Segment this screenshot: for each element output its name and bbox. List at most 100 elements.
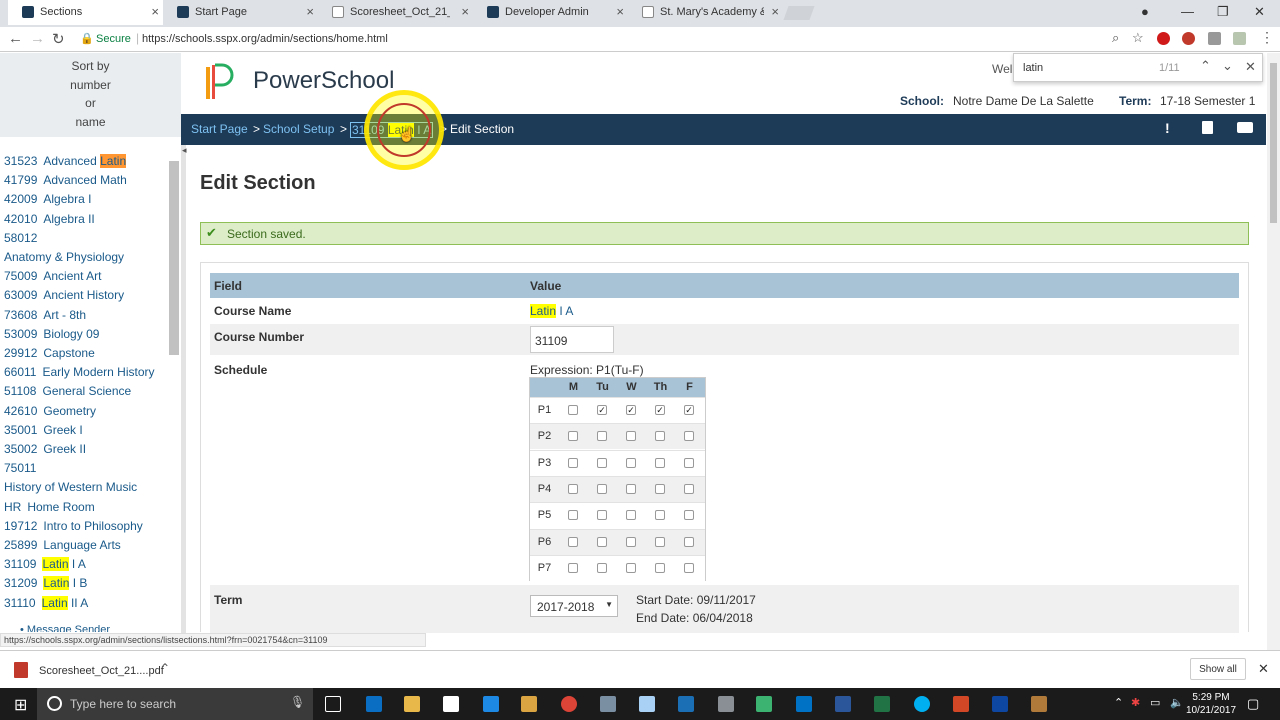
schedule-checkbox[interactable]: ✓ [655,405,665,415]
bookmark-star-icon[interactable]: ☆ [1132,30,1144,46]
chevron-up-icon[interactable]: ⌃ [160,661,170,675]
section-list-item[interactable]: 35002 Greek II [4,442,86,456]
schedule-checkbox[interactable] [655,483,665,494]
extension-icon[interactable] [1233,32,1246,45]
windows-start-icon[interactable]: ⊞ [14,695,27,715]
find-next-icon[interactable]: ⌄ [1222,58,1233,74]
schedule-checkbox[interactable] [655,457,665,468]
breadcrumb-start-page[interactable]: Start Page [191,122,248,136]
schedule-checkbox[interactable] [626,510,636,521]
close-tab-icon[interactable]: × [151,4,159,19]
app-icon[interactable] [678,696,694,712]
section-list-item[interactable]: 63009 Ancient History [4,288,124,302]
schedule-checkbox[interactable] [684,431,694,442]
app-icon[interactable] [600,696,616,712]
find-input[interactable]: latin [1023,62,1043,74]
section-list-item[interactable]: 31209 Latin I B [4,576,87,591]
sort-header[interactable]: Sort by number or name [0,53,181,137]
section-list-item[interactable]: 53009 Biology 09 [4,327,99,341]
notifications-icon[interactable]: ▢ [1247,696,1259,712]
internet-explorer-icon[interactable] [483,696,499,712]
schedule-checkbox[interactable]: ✓ [597,405,607,415]
schedule-checkbox[interactable] [568,536,578,547]
section-list-item[interactable]: 51108 General Science [4,384,131,398]
schedule-checkbox[interactable] [684,510,694,521]
tab-st-marys[interactable]: St. Mary's Academy & Co × [628,0,783,25]
section-list-item[interactable]: 42010 Algebra II [4,212,95,226]
section-list-item[interactable]: 25899 Language Arts [4,538,121,552]
print-icon[interactable] [1237,122,1253,133]
forward-icon[interactable]: → [30,30,45,47]
schedule-checkbox[interactable] [597,457,607,468]
schedule-checkbox[interactable] [655,510,665,521]
tray-arrow-icon[interactable]: ⌃ [1114,696,1123,709]
section-list-item[interactable]: History of Western Music [4,480,137,494]
course-name-link[interactable]: Latin I A [530,304,573,318]
schedule-checkbox[interactable] [568,483,578,494]
close-window-icon[interactable]: ✕ [1254,4,1265,20]
excel-icon[interactable] [874,696,890,712]
section-list-item[interactable]: 42610 Geometry [4,404,96,418]
schedule-checkbox[interactable] [626,483,636,494]
section-list-item[interactable]: HR Home Room [4,500,95,514]
schedule-checkbox[interactable] [626,562,636,573]
section-list-item[interactable]: 19712 Intro to Philosophy [4,519,143,533]
schedule-checkbox[interactable] [684,457,694,468]
close-tab-icon[interactable]: × [771,4,779,19]
section-list-item[interactable]: 58012 [4,231,43,245]
section-list-item[interactable]: 75009 Ancient Art [4,269,101,283]
breadcrumb-school-setup[interactable]: School Setup [263,122,334,136]
section-list-item[interactable]: 66011 Early Modern History [4,365,155,379]
schedule-checkbox[interactable] [568,562,578,573]
alert-icon[interactable]: ! [1165,120,1170,136]
section-list-item[interactable]: 29912 Capstone [4,346,95,360]
schedule-checkbox[interactable] [597,562,607,573]
adblock-extension-icon[interactable] [1182,32,1195,45]
schedule-checkbox[interactable] [597,431,607,442]
zoom-icon[interactable]: ⌕ [1112,30,1119,46]
section-list-item[interactable]: 35001 Greek I [4,423,83,437]
omnibox[interactable]: 🔒 Secure | https://schools.sspx.org/admi… [72,29,1152,50]
extension-icon[interactable] [1208,32,1221,45]
section-list-item[interactable]: 31109 Latin I A [4,557,86,572]
sidebar-scrollbar[interactable] [169,161,179,355]
document-icon[interactable] [1202,121,1213,134]
schedule-checkbox[interactable]: ✓ [684,405,694,415]
new-tab-button[interactable] [783,6,815,20]
collapse-arrow-icon[interactable]: ◂ [182,145,187,156]
profile-icon[interactable]: ● [1141,4,1149,19]
section-list-item[interactable]: 31523 Advanced Latin [4,154,127,168]
find-previous-icon[interactable]: ⌃ [1200,58,1211,74]
edge-icon[interactable] [366,696,382,712]
chrome-icon[interactable] [561,696,577,712]
schedule-checkbox[interactable] [655,431,665,442]
taskbar-date[interactable]: 10/21/2017 [1184,705,1238,716]
network-icon[interactable]: ▭ [1150,696,1160,709]
download-file-name[interactable]: Scoresheet_Oct_21....pdf [39,665,164,677]
schedule-checkbox[interactable] [684,562,694,573]
schedule-checkbox[interactable] [568,431,578,442]
taskbar-time[interactable]: 5:29 PM [1188,692,1234,703]
schedule-checkbox[interactable] [684,483,694,494]
menu-kebab-icon[interactable]: ⋮ [1260,29,1274,46]
taskbar-search-box[interactable]: Type here to search 🎙 [37,688,313,720]
tab-developer-admin[interactable]: Developer Admin × [473,0,628,25]
volume-icon[interactable]: 🔈 [1170,696,1184,709]
schedule-checkbox[interactable] [626,457,636,468]
file-explorer-icon[interactable] [404,696,420,712]
tab-sections[interactable]: Sections × [8,0,163,25]
tab-scoresheet[interactable]: Scoresheet_Oct_21_2017 × [318,0,473,25]
app-icon[interactable] [521,696,537,712]
app-icon[interactable] [1031,696,1047,712]
close-tab-icon[interactable]: × [306,4,314,19]
schedule-checkbox[interactable] [626,536,636,547]
message-sender-link[interactable]: • Message Sender [20,624,110,632]
restore-icon[interactable]: ❐ [1217,4,1229,20]
app-icon[interactable] [756,696,772,712]
back-icon[interactable]: ← [8,30,23,47]
section-list-item[interactable]: Anatomy & Physiology [4,250,124,264]
close-tab-icon[interactable]: × [616,4,624,19]
course-number-input[interactable]: 31109 [530,326,614,353]
show-all-button[interactable]: Show all [1190,658,1246,680]
app-icon[interactable] [953,696,969,712]
